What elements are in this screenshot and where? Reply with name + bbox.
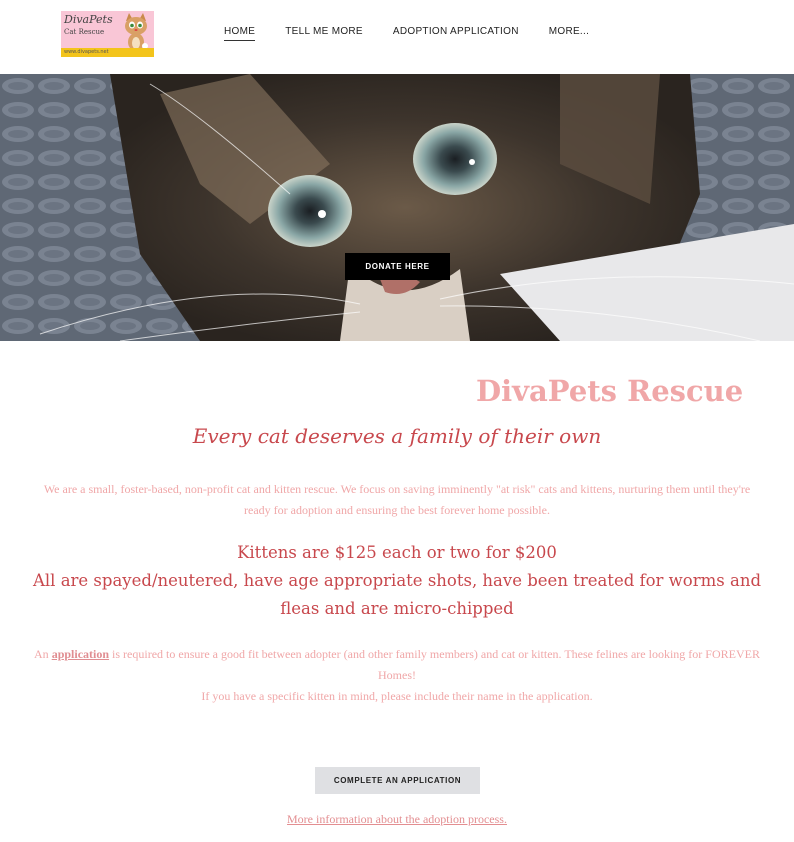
hero-banner: DONATE HERE [0,74,794,341]
adoption-info-link[interactable]: More information about the adoption proc… [287,812,507,826]
pricing-line-2: All are spayed/neutered, have age approp… [32,571,762,618]
adoption-info-link-container: More information about the adoption proc… [0,812,794,827]
application-paragraph: An application is required to ensure a g… [30,644,764,707]
site-header: DivaPets Cat Rescue www.divapets.net HOM… [0,0,794,74]
page-title: DivaPets Rescue [476,374,744,408]
application-link[interactable]: application [52,647,109,661]
pricing-block: Kittens are $125 each or two for $200 Al… [30,539,764,623]
nav-item-adoption-application[interactable]: ADOPTION APPLICATION [393,26,519,41]
pricing-line-1: Kittens are $125 each or two for $200 [237,543,557,562]
logo-subtitle: Cat Rescue [64,28,105,36]
site-logo[interactable]: DivaPets Cat Rescue www.divapets.net [61,11,154,57]
donate-button[interactable]: DONATE HERE [345,253,450,280]
nav-item-home[interactable]: HOME [224,26,256,41]
complete-application-button[interactable]: COMPLETE AN APPLICATION [315,767,480,794]
intro-paragraph: We are a small, foster-based, non-profit… [43,482,751,517]
nav-item-more[interactable]: MORE... [549,26,589,41]
logo-url: www.divapets.net [61,48,154,57]
tagline: Every cat deserves a family of their own [192,424,602,448]
logo-title: DivaPets [64,13,113,26]
logo-text: DivaPets Cat Rescue [64,14,119,38]
kitten-photo [0,74,794,341]
main-nav: HOME TELL ME MORE ADOPTION APPLICATION M… [224,26,619,41]
apply-prefix: An [34,647,49,661]
apply-line-2: If you have a specific kitten in mind, p… [201,689,593,703]
nav-item-tell-me-more[interactable]: TELL ME MORE [285,26,363,41]
apply-rest: is required to ensure a good fit between… [112,647,760,682]
